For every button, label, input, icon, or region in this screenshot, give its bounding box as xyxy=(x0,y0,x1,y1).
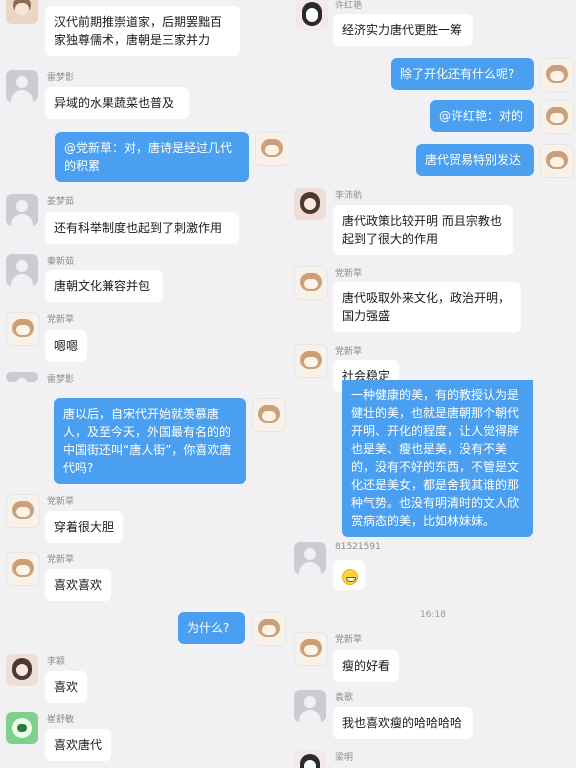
default-avatar-icon[interactable] xyxy=(6,254,38,286)
message-bubble[interactable]: 瘦的好看 xyxy=(333,650,399,682)
message-bubble[interactable]: 喜欢唐代 xyxy=(45,729,111,761)
message-bubble[interactable]: 还有科举制度也起到了刺激作用 xyxy=(45,212,239,244)
message-bubble[interactable] xyxy=(333,560,365,590)
sender-name: 雷梦影 xyxy=(47,73,75,83)
default-avatar-icon[interactable] xyxy=(294,690,326,722)
sender-name: 党新草 xyxy=(335,269,363,279)
cat-avatar-icon[interactable] xyxy=(294,344,328,378)
cat-avatar-icon[interactable] xyxy=(540,144,574,178)
message-bubble-outgoing[interactable]: 唐以后，自宋代开始就羡慕唐人，及至今天，外国最有名的的中国街还叫“唐人街”，你喜… xyxy=(54,398,246,484)
sender-name: 李沛航 xyxy=(335,191,363,201)
default-avatar-icon[interactable] xyxy=(6,194,38,226)
message-bubble[interactable]: 经济实力唐代更胜一筹 xyxy=(333,14,473,46)
message-bubble[interactable]: 唐代政策比较开明 而且宗教也起到了很大的作用 xyxy=(333,205,513,255)
message-bubble[interactable]: 唐代吸取外来文化，政治开明，国力强盛 xyxy=(333,282,521,332)
cat-avatar-icon[interactable] xyxy=(540,58,574,92)
sender-name: 李颖 xyxy=(47,657,66,667)
message-bubble[interactable]: 异域的水果蔬菜也普及 xyxy=(45,87,189,119)
girl-avatar-icon[interactable] xyxy=(294,188,326,220)
sender-name: 姜梦茹 xyxy=(47,197,75,207)
sender-name: 党新草 xyxy=(47,555,75,565)
sender-name: 袁歌 xyxy=(335,693,354,703)
cat-avatar-icon[interactable] xyxy=(252,398,286,432)
message-bubble[interactable]: 嗯嗯 xyxy=(45,330,87,362)
default-avatar-icon[interactable] xyxy=(6,372,38,382)
cat-avatar-icon[interactable] xyxy=(540,100,574,134)
message-bubble-outgoing[interactable]: 除了开化还有什么呢? xyxy=(391,58,534,90)
anime-avatar-icon[interactable] xyxy=(294,750,326,768)
message-bubble-outgoing[interactable]: @许红艳：对的 xyxy=(430,100,534,132)
sender-name: 党新草 xyxy=(335,347,363,357)
sender-name: 许红艳 xyxy=(335,1,363,11)
cat-avatar-icon[interactable] xyxy=(252,612,286,646)
message-bubble-outgoing[interactable]: 唐代贸易特别发达 xyxy=(416,144,534,176)
cat-avatar-icon[interactable] xyxy=(6,494,40,528)
girl-avatar-icon[interactable] xyxy=(6,654,38,686)
message-bubble-outgoing[interactable]: 为什么? xyxy=(178,612,245,644)
default-avatar-icon[interactable] xyxy=(6,70,38,102)
message-bubble-outgoing[interactable]: 一种健康的美，有的教授认为是健壮的美，也就是唐朝那个朝代开明、开化的程度，让人觉… xyxy=(342,380,533,537)
sender-name: 党新草 xyxy=(47,497,75,507)
message-bubble[interactable]: 唐朝文化兼容并包 xyxy=(45,270,163,302)
grin-emoji-icon xyxy=(342,568,358,585)
message-bubble[interactable]: 穿着很大胆 xyxy=(45,511,123,543)
sender-name: 崔舒敏 xyxy=(47,715,75,725)
default-avatar-icon[interactable] xyxy=(294,542,326,574)
sender-name: 秦新茹 xyxy=(47,257,75,267)
left-chat-panel: 汉代前期推崇道家，后期罢黜百家独尊儒术，唐朝是三家并力 雷梦影 异域的水果蔬菜也… xyxy=(0,0,288,768)
message-bubble[interactable]: 喜欢 xyxy=(45,671,87,703)
message-bubble[interactable]: 我也喜欢瘦的哈哈哈哈 xyxy=(333,707,473,739)
sender-name: 梁明 xyxy=(335,753,354,763)
timestamp: 16:18 xyxy=(420,610,446,620)
tan-avatar-icon[interactable] xyxy=(6,0,38,24)
sender-name: 81521591 xyxy=(335,542,381,552)
cat-avatar-icon[interactable] xyxy=(255,132,288,166)
cat-avatar-icon[interactable] xyxy=(6,552,40,586)
cat-avatar-icon[interactable] xyxy=(6,312,40,346)
green-avatar-icon[interactable] xyxy=(6,712,38,744)
sender-name: 党新草 xyxy=(47,315,75,325)
right-chat-panel: 许红艳 经济实力唐代更胜一筹 除了开化还有什么呢? @许红艳：对的 唐代贸易特别… xyxy=(288,0,576,768)
message-bubble-outgoing[interactable]: @党新草：对，唐诗是经过几代的积累 xyxy=(55,132,249,182)
cat-avatar-icon[interactable] xyxy=(294,632,328,666)
sender-name: 雷梦影 xyxy=(47,375,75,385)
message-bubble[interactable]: 汉代前期推崇道家，后期罢黜百家独尊儒术，唐朝是三家并力 xyxy=(45,6,240,56)
sender-name: 党新草 xyxy=(335,635,363,645)
cat-avatar-icon[interactable] xyxy=(294,266,328,300)
anime-avatar-icon[interactable] xyxy=(296,0,328,30)
message-bubble[interactable]: 喜欢喜欢 xyxy=(45,569,111,601)
